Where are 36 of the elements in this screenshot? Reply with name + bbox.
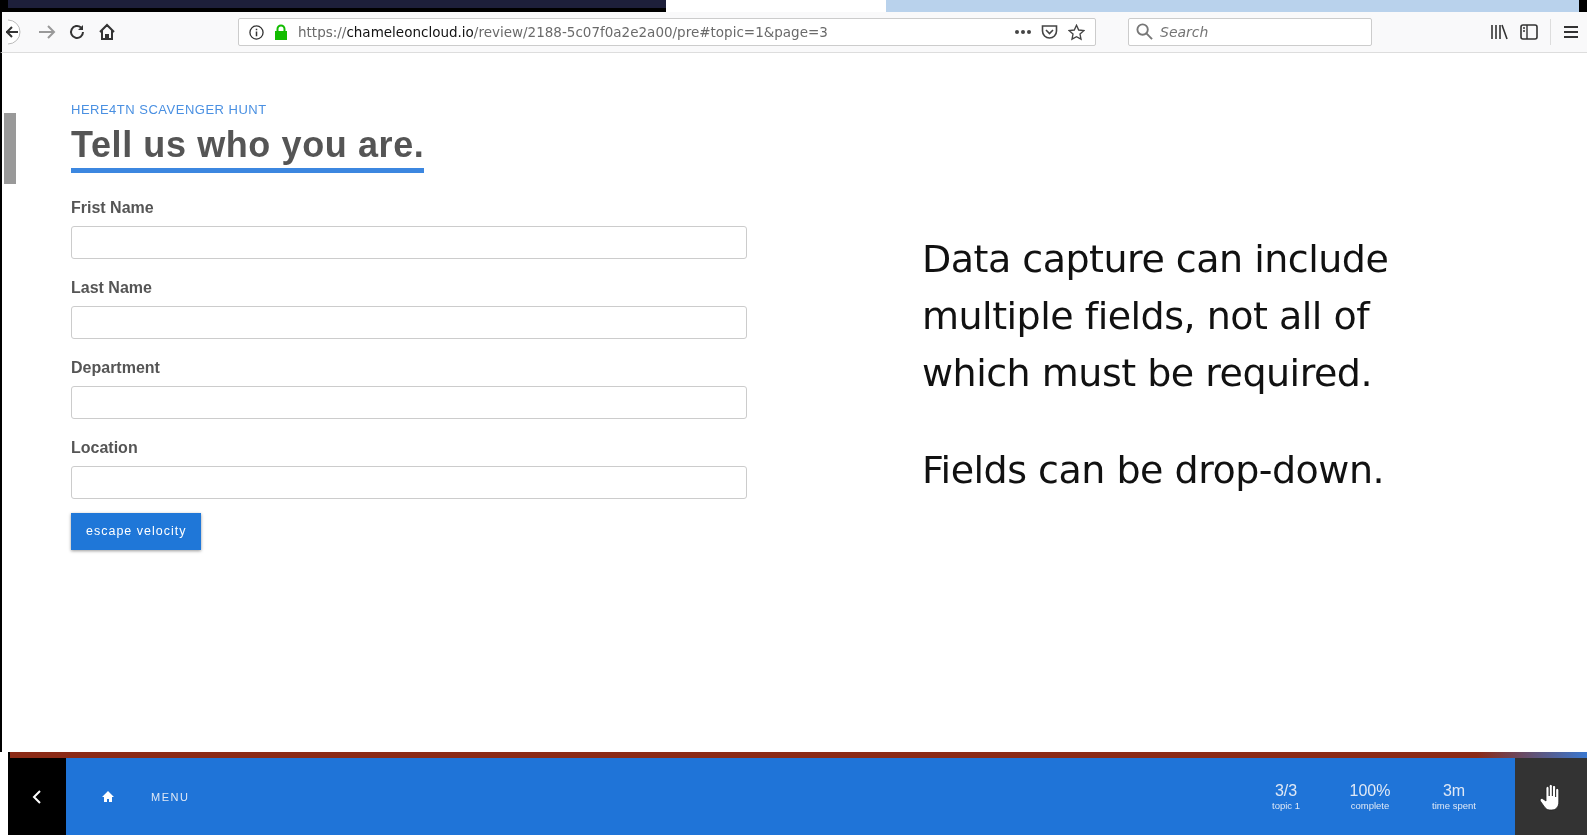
search-field[interactable]: Search xyxy=(1128,18,1372,46)
stat-caption: time spent xyxy=(1432,800,1476,811)
library-icon[interactable] xyxy=(1490,24,1508,40)
pocket-icon[interactable] xyxy=(1041,24,1058,40)
menu-icon[interactable] xyxy=(1563,25,1579,39)
input-field[interactable] xyxy=(71,225,747,259)
note-text: Data capture can include multiple fields, not all of which must be required. xyxy=(922,236,1390,397)
field-label: Department xyxy=(71,358,161,377)
star-icon[interactable] xyxy=(1068,23,1085,41)
stat-value: 3m xyxy=(1442,782,1466,800)
stat-caption: complete xyxy=(1350,800,1390,811)
field-label: Location xyxy=(71,438,139,457)
stat-caption: topic 1 xyxy=(1272,800,1300,811)
note-text: Fields can be drop-down. xyxy=(922,447,1386,494)
address-bar[interactable]: https://chameleoncloud.io/review/2188-5c07f0a2e2a00/pre#topic=1&page=3 xyxy=(238,18,1096,46)
page-heading: Tell us who you are. xyxy=(71,125,425,173)
menu-link[interactable]: MENU xyxy=(151,790,190,803)
field-label: Frist Name xyxy=(71,198,155,217)
stat-value: 100% xyxy=(1349,782,1391,800)
course-title: HERE4TN SCAVENGER HUNT xyxy=(71,102,268,117)
input-field[interactable] xyxy=(71,465,747,499)
home-icon[interactable] xyxy=(98,23,116,41)
reload-icon[interactable] xyxy=(68,23,86,41)
sidebar-icon[interactable] xyxy=(1520,24,1538,40)
chevron-left-icon xyxy=(32,788,42,805)
lock-icon xyxy=(274,24,288,40)
more-icon[interactable] xyxy=(1015,30,1031,34)
forward-icon[interactable] xyxy=(38,24,56,40)
input-field[interactable] xyxy=(71,385,747,419)
search-icon xyxy=(1136,23,1153,40)
stat-value: 3/3 xyxy=(1274,782,1298,800)
raise-hand-button[interactable] xyxy=(1515,758,1587,835)
input-field[interactable] xyxy=(71,305,747,339)
field-label: Last Name xyxy=(71,278,153,297)
submit-button[interactable]: escape velocity xyxy=(71,512,202,550)
info-icon[interactable] xyxy=(249,24,264,40)
